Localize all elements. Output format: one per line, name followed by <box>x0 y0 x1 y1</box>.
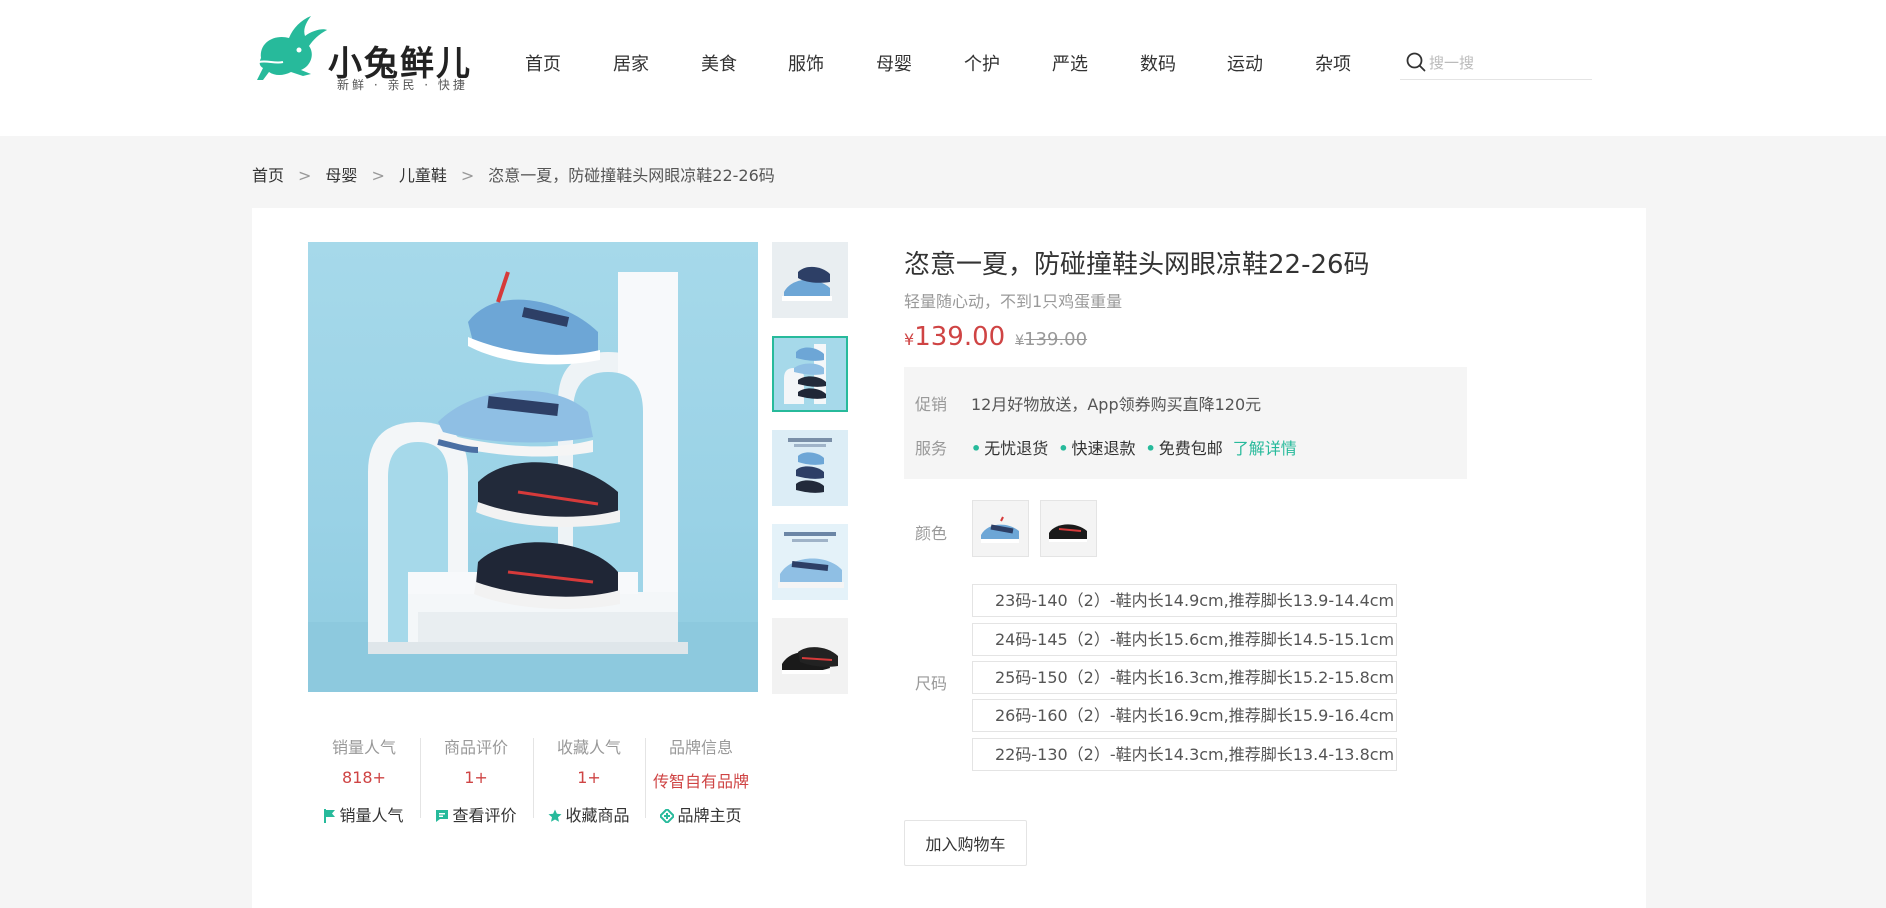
stat-favorites-link[interactable]: 收藏商品 <box>533 802 645 826</box>
stat-reviews-link-label: 查看评价 <box>452 806 517 825</box>
service-label: 服务 <box>915 439 948 458</box>
breadcrumb-baby[interactable]: 母婴 <box>325 162 357 186</box>
color-label: 颜色 <box>915 524 948 543</box>
logo-slogan: 新鲜 · 亲民 · 快捷 <box>337 78 468 92</box>
search-icon[interactable] <box>1406 52 1426 72</box>
nav-item-food[interactable]: 美食 <box>701 50 737 76</box>
stat-brand-link-label: 品牌主页 <box>677 806 742 825</box>
main-product-image[interactable] <box>308 242 758 692</box>
product-stats: 销量人气 818+ 销量人气 商品评价 1+ 查看评价 收藏人气 1+ 收藏商品… <box>308 724 758 826</box>
nav-item-apparel[interactable]: 服饰 <box>788 50 824 76</box>
color-option-blue[interactable] <box>972 500 1029 557</box>
nav-item-selected[interactable]: 严选 <box>1052 50 1088 76</box>
add-to-cart-button[interactable]: 加入购物车 <box>904 820 1027 866</box>
bullet-icon: • <box>971 439 982 458</box>
breadcrumb-kids-shoes[interactable]: 儿童鞋 <box>399 162 447 186</box>
service-details-link[interactable]: 了解详情 <box>1233 439 1297 458</box>
product-name: 恣意一夏，防碰撞鞋头网眼凉鞋22-26码 <box>904 250 1370 280</box>
nav-item-home-living[interactable]: 居家 <box>613 50 649 76</box>
bullet-icon: • <box>1058 439 1069 458</box>
stat-brand-value: 传智自有品牌 <box>652 772 749 791</box>
breadcrumb-separator: > <box>460 166 475 185</box>
size-option[interactable]: 25码-150（2）-鞋内长16.3cm,推荐脚长15.2-15.8cm <box>972 661 1397 694</box>
promo-box: 促销 12月好物放送，App领券购买直降120元 服务 • 无忧退货 • 快速退款 • 免费包… <box>904 367 1467 479</box>
site-header: 小兔鲜儿 新鲜 · 亲民 · 快捷 首页 居家 美食 服饰 母婴 个护 严选 数… <box>0 0 1886 136</box>
breadcrumb-separator: > <box>298 166 312 185</box>
stat-favorites-link-label: 收藏商品 <box>565 806 630 825</box>
price-original-currency: ¥ <box>1015 333 1025 349</box>
service-row: 服务 • 无忧退货 • 快速退款 • 免费包邮 了解详情 <box>915 435 1297 459</box>
nav-item-home[interactable]: 首页 <box>525 50 561 76</box>
thumbnail-3[interactable] <box>772 430 848 506</box>
breadcrumb-separator: > <box>371 166 385 185</box>
comment-icon <box>436 810 449 822</box>
stat-brand: 品牌信息 传智自有品牌 品牌主页 <box>645 724 757 826</box>
breadcrumb-home[interactable]: 首页 <box>252 162 284 186</box>
size-label: 尺码 <box>915 674 948 693</box>
search-input[interactable] <box>1429 52 1589 74</box>
thumbnail-4[interactable] <box>772 524 848 600</box>
stat-reviews-value: 1+ <box>464 768 488 787</box>
promo-row: 促销 12月好物放送，App领券购买直降120元 <box>915 391 1261 415</box>
nav-item-baby[interactable]: 母婴 <box>876 50 912 76</box>
brand-icon <box>660 809 675 823</box>
thumbnail-5[interactable] <box>772 618 848 694</box>
nav-item-sports[interactable]: 运动 <box>1227 50 1263 76</box>
size-option[interactable]: 26码-160（2）-鞋内长16.9cm,推荐脚长15.9-16.4cm <box>972 699 1397 732</box>
stat-brand-link[interactable]: 品牌主页 <box>645 802 757 826</box>
rabbit-logo-icon <box>257 16 327 80</box>
service-item-label: 免费包邮 <box>1158 439 1223 458</box>
size-option[interactable]: 23码-140（2）-鞋内长14.9cm,推荐脚长13.9-14.4cm <box>972 584 1397 617</box>
price-currency: ¥ <box>904 330 915 349</box>
stat-sales-title: 销量人气 <box>331 738 396 757</box>
stat-reviews-title: 商品评价 <box>443 738 508 757</box>
promo-label: 促销 <box>915 395 948 414</box>
stat-brand-title: 品牌信息 <box>668 738 733 757</box>
stat-favorites: 收藏人气 1+ 收藏商品 <box>533 724 645 826</box>
service-item: • 快速退款 <box>1058 439 1135 458</box>
stat-sales-link[interactable]: 销量人气 <box>308 802 420 826</box>
flag-icon <box>324 809 336 823</box>
promo-text: 12月好物放送，App领券购买直降120元 <box>971 395 1262 414</box>
sandals-display-illustration <box>308 271 758 692</box>
search-box <box>1400 50 1592 80</box>
breadcrumb-current: 恣意一夏，防碰撞鞋头网眼凉鞋22-26码 <box>488 166 775 185</box>
size-option[interactable]: 22码-130（2）-鞋内长14.3cm,推荐脚长13.4-13.8cm <box>972 738 1397 771</box>
service-item-label: 快速退款 <box>1071 439 1136 458</box>
site-logo[interactable]: 小兔鲜儿 新鲜 · 亲民 · 快捷 <box>253 14 477 94</box>
stat-sales-link-label: 销量人气 <box>339 806 404 825</box>
service-item-label: 无忧退货 <box>984 439 1049 458</box>
stat-reviews: 商品评价 1+ 查看评价 <box>420 724 532 826</box>
stat-favorites-title: 收藏人气 <box>556 738 621 757</box>
product-card: 销量人气 818+ 销量人气 商品评价 1+ 查看评价 收藏人气 1+ 收藏商品… <box>252 208 1646 908</box>
nav-item-digital[interactable]: 数码 <box>1140 50 1176 76</box>
bullet-icon: • <box>1145 439 1156 458</box>
stat-reviews-link[interactable]: 查看评价 <box>420 802 532 826</box>
service-item: • 无忧退货 <box>971 439 1048 458</box>
thumbnail-2[interactable] <box>772 336 848 412</box>
price-original: ¥139.00 <box>1015 329 1087 350</box>
stat-sales: 销量人气 818+ 销量人气 <box>308 724 420 826</box>
nav-item-personal-care[interactable]: 个护 <box>964 50 1000 76</box>
stat-sales-value: 818+ <box>342 768 386 787</box>
product-price: ¥139.00 ¥139.00 <box>904 322 1087 352</box>
stat-favorites-value: 1+ <box>577 768 601 787</box>
star-icon <box>548 809 562 822</box>
product-desc: 轻量随心动，不到1只鸡蛋重量 <box>904 292 1123 311</box>
price-current: 139.00 <box>914 322 1006 352</box>
size-option[interactable]: 24码-145（2）-鞋内长15.6cm,推荐脚长14.5-15.1cm <box>972 623 1397 656</box>
thumbnail-1[interactable] <box>772 242 848 318</box>
nav-item-misc[interactable]: 杂项 <box>1315 50 1351 76</box>
service-item: • 免费包邮 <box>1146 439 1223 458</box>
price-original-value: 139.00 <box>1024 329 1088 350</box>
breadcrumb: 首页 > 母婴 > 儿童鞋 > 恣意一夏，防碰撞鞋头网眼凉鞋22-26码 <box>252 162 775 186</box>
color-option-black[interactable] <box>1040 500 1097 557</box>
